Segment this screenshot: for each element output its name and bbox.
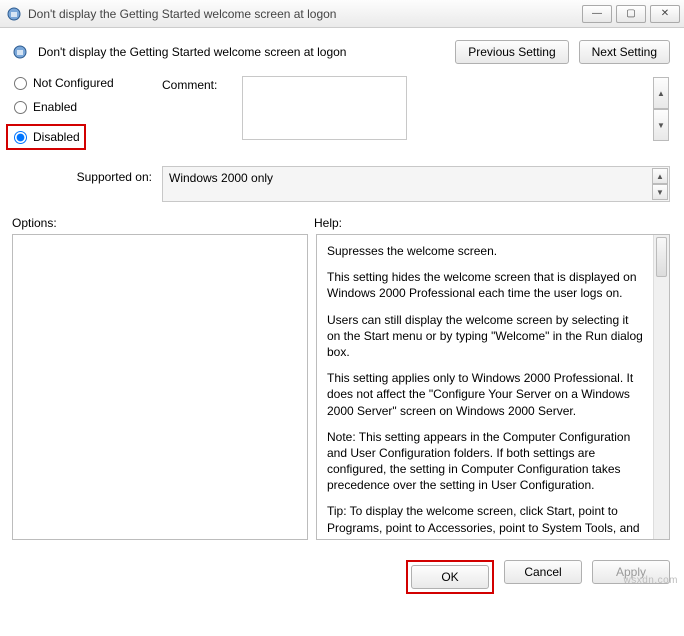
help-paragraph: This setting applies only to Windows 200…: [327, 370, 643, 419]
ok-button[interactable]: OK: [411, 565, 489, 589]
radio-input[interactable]: [14, 131, 27, 144]
window-controls: — ▢ ✕: [582, 5, 680, 23]
help-paragraph: Supresses the welcome screen.: [327, 243, 643, 259]
radio-label: Disabled: [33, 130, 80, 144]
policy-icon: [6, 6, 22, 22]
radio-label: Not Configured: [33, 76, 114, 90]
radio-input[interactable]: [14, 77, 27, 90]
spin-down-icon[interactable]: ▼: [652, 184, 668, 200]
minimize-button[interactable]: —: [582, 5, 612, 23]
maximize-button[interactable]: ▢: [616, 5, 646, 23]
window-title: Don't display the Getting Started welcom…: [28, 7, 582, 21]
close-button[interactable]: ✕: [650, 5, 680, 23]
help-paragraph: This setting hides the welcome screen th…: [327, 269, 643, 301]
help-paragraph: Tip: To display the welcome screen, clic…: [327, 503, 643, 539]
options-pane: [12, 234, 308, 540]
comment-label: Comment:: [162, 76, 242, 92]
next-setting-button[interactable]: Next Setting: [579, 40, 670, 64]
help-scrollbar[interactable]: [653, 235, 669, 539]
spin-up-icon[interactable]: ▲: [653, 77, 669, 109]
supported-on-value: Windows 2000 only: [169, 171, 273, 185]
help-text: Supresses the welcome screen. This setti…: [317, 235, 653, 539]
help-paragraph: Note: This setting appears in the Comput…: [327, 429, 643, 494]
help-paragraph: Users can still display the welcome scre…: [327, 312, 643, 361]
radio-input[interactable]: [14, 101, 27, 114]
watermark: wsxdn.com: [623, 575, 678, 586]
policy-icon: [12, 44, 28, 60]
radio-not-configured[interactable]: Not Configured: [14, 76, 162, 90]
radio-label: Enabled: [33, 100, 77, 114]
previous-setting-button[interactable]: Previous Setting: [455, 40, 568, 64]
scroll-thumb[interactable]: [656, 237, 667, 277]
radio-disabled[interactable]: Disabled: [6, 124, 86, 150]
title-bar: Don't display the Getting Started welcom…: [0, 0, 684, 28]
comment-input[interactable]: [242, 76, 407, 140]
help-pane: Supresses the welcome screen. This setti…: [316, 234, 670, 540]
supported-on-label: Supported on:: [12, 166, 162, 184]
help-label: Help:: [314, 216, 342, 230]
spin-up-icon[interactable]: ▲: [652, 168, 668, 184]
policy-title: Don't display the Getting Started welcom…: [38, 45, 455, 59]
ok-highlight: OK: [406, 560, 494, 594]
spin-down-icon[interactable]: ▼: [653, 109, 669, 141]
radio-enabled[interactable]: Enabled: [14, 100, 162, 114]
cancel-button[interactable]: Cancel: [504, 560, 582, 584]
supported-on-value-box: Windows 2000 only ▲ ▼: [162, 166, 670, 202]
options-label: Options:: [12, 216, 314, 230]
